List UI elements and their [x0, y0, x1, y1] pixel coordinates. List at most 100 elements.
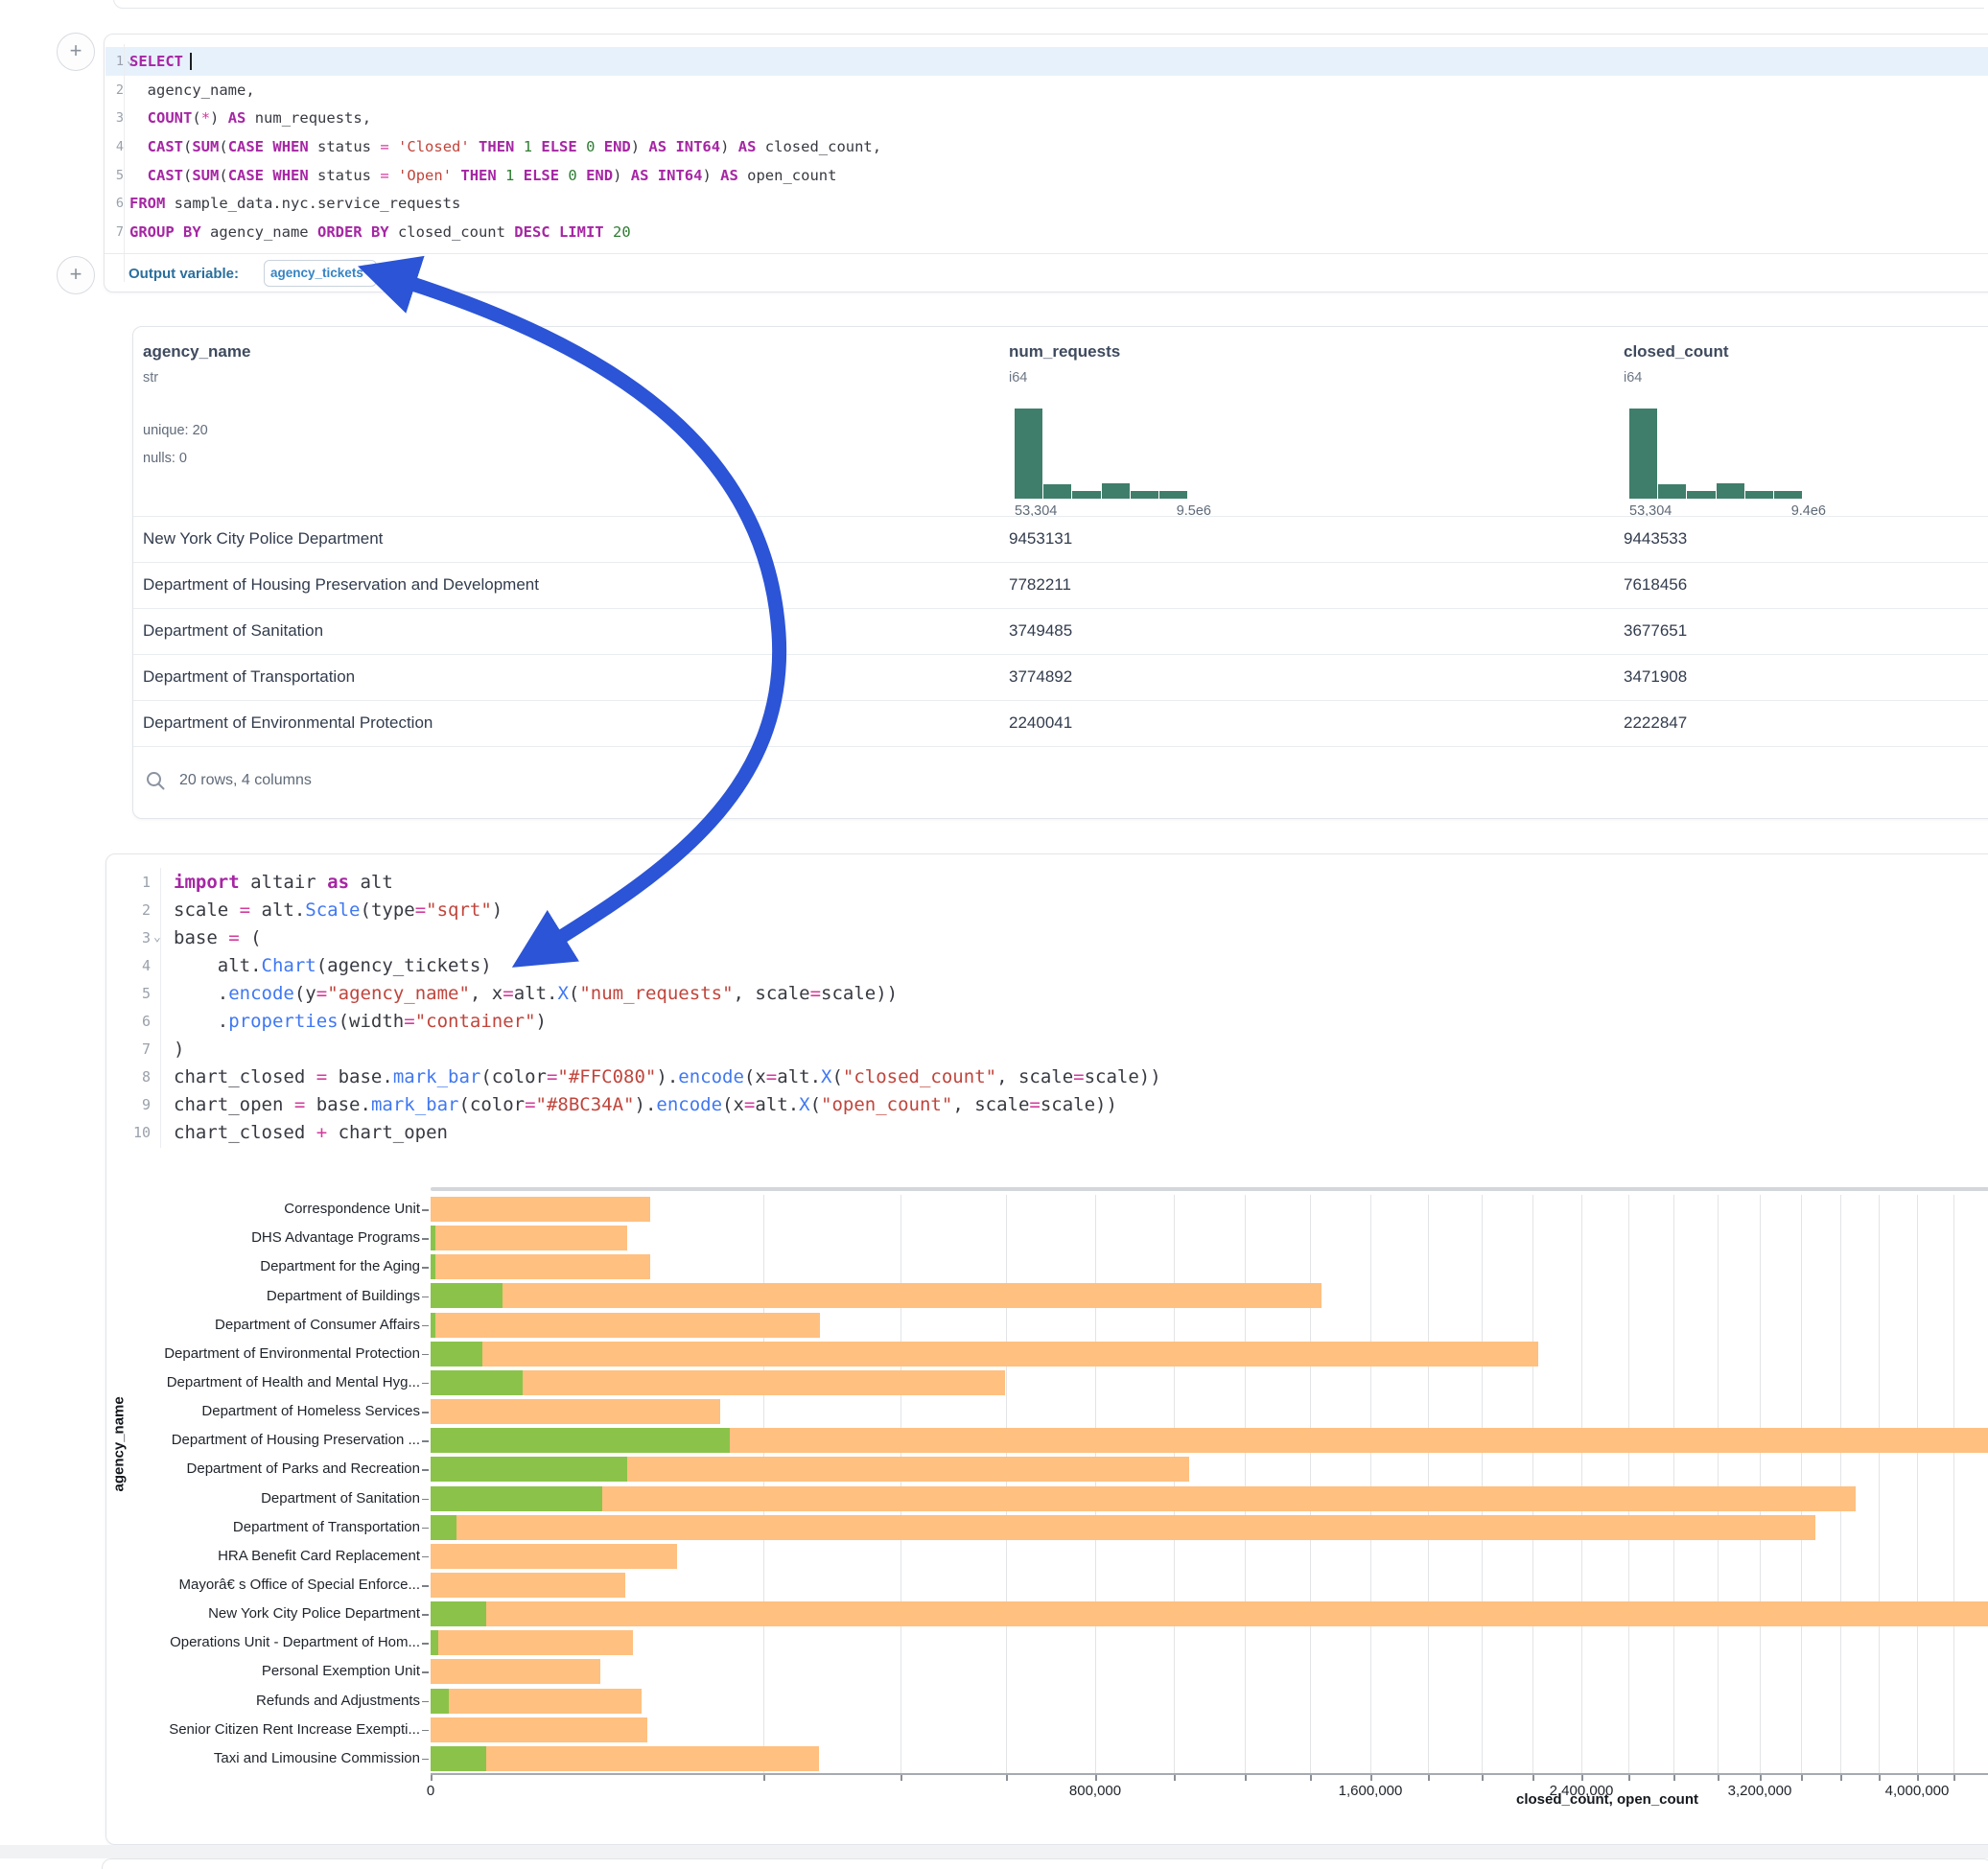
table-cell[interactable]: 3774892 [1009, 667, 1072, 687]
bar-closed-count [431, 1313, 820, 1338]
gridline [1628, 1195, 1629, 1773]
table-cell[interactable]: New York City Police Department [143, 529, 383, 549]
table-cell[interactable]: 3677651 [1624, 621, 1687, 641]
histogram-bin [1131, 491, 1158, 499]
chart-x-axis-line [431, 1773, 1988, 1775]
y-axis-tick [422, 1383, 429, 1385]
y-axis-label: Department of Environmental Protection [106, 1345, 420, 1362]
bar-closed-count [431, 1573, 625, 1598]
y-axis-label: HRA Benefit Card Replacement [106, 1548, 420, 1564]
table-cell[interactable]: 7782211 [1009, 575, 1071, 595]
table-cell[interactable]: Department of Transportation [143, 667, 355, 687]
bar-open-count [431, 1486, 602, 1511]
y-axis-tick [422, 1730, 429, 1732]
code-line[interactable]: 2 agency_name, [105, 76, 1988, 105]
table-cell[interactable]: 3749485 [1009, 621, 1072, 641]
histogram-bin [1629, 409, 1657, 499]
row-divider [133, 562, 1988, 563]
histogram-bin [1774, 491, 1802, 499]
gridline [1006, 1195, 1007, 1773]
bar-closed-count [431, 1515, 1815, 1540]
preview-footer: 20 rows, 4 columns [145, 769, 312, 792]
column-header[interactable]: closed_count [1624, 342, 1729, 362]
text-caret [190, 53, 192, 70]
code-line[interactable]: 5 CAST(SUM(CASE WHEN status = 'Open' THE… [105, 161, 1988, 190]
table-cell[interactable]: 9453131 [1009, 529, 1072, 549]
y-axis-tick [422, 1643, 429, 1645]
x-axis-tick [1917, 1775, 1919, 1781]
gridline [900, 1195, 901, 1773]
gridline [1310, 1195, 1311, 1773]
bar-open-count [431, 1515, 456, 1540]
y-axis-label: Department of Housing Preservation ... [106, 1432, 420, 1448]
code-line[interactable]: 4 CAST(SUM(CASE WHEN status = 'Closed' T… [105, 132, 1988, 161]
x-axis-tick [1428, 1775, 1430, 1781]
add-cell-button-output[interactable]: + [57, 256, 95, 294]
python-code-cell[interactable]: 1import altair as alt2scale = alt.Scale(… [105, 853, 1988, 1845]
bar-closed-count [431, 1486, 1856, 1511]
y-axis-tick [422, 1614, 429, 1616]
x-axis-tick [1581, 1775, 1583, 1781]
code-line[interactable]: 7GROUP BY agency_name ORDER BY closed_co… [105, 218, 1988, 246]
table-cell[interactable]: 7618456 [1624, 575, 1687, 595]
y-axis-label: Department of Parks and Recreation [106, 1460, 420, 1477]
x-axis-tick [1245, 1775, 1247, 1781]
bar-open-count [431, 1283, 503, 1308]
x-axis-tick [1628, 1775, 1630, 1781]
histogram-bin [1072, 491, 1100, 499]
search-icon[interactable] [145, 770, 166, 791]
chart-scrollbar[interactable] [431, 1187, 1988, 1191]
table-cell[interactable]: Department of Housing Preservation and D… [143, 575, 539, 595]
bar-closed-count [431, 1717, 647, 1742]
code-text: CAST(SUM(CASE WHEN status = 'Closed' THE… [124, 138, 881, 155]
y-axis-tick [422, 1701, 429, 1703]
code-line[interactable]: 1⌄SELECT [105, 47, 1988, 76]
table-cell[interactable]: 9443533 [1624, 529, 1687, 549]
bar-open-count [431, 1746, 486, 1771]
column-header[interactable]: num_requests [1009, 342, 1120, 362]
column-histogram [1015, 409, 1187, 499]
histogram-bin [1717, 483, 1744, 499]
table-cell[interactable]: 2222847 [1624, 713, 1687, 733]
code-line[interactable]: 3 COUNT(*) AS num_requests, [105, 104, 1988, 132]
table-cell[interactable]: 2240041 [1009, 713, 1072, 733]
y-axis-tick [422, 1354, 429, 1356]
bar-open-count [431, 1601, 486, 1626]
code-text: GROUP BY agency_name ORDER BY closed_cou… [124, 223, 631, 241]
column-type: i64 [1624, 370, 1642, 385]
sql-code-editor[interactable]: 1⌄SELECT2 agency_name,3 COUNT(*) AS num_… [105, 47, 1988, 246]
bar-closed-count [431, 1659, 600, 1684]
x-axis-tick-label: 800,000 [1069, 1783, 1121, 1799]
line-number: 4 [105, 139, 124, 154]
code-text: COUNT(*) AS num_requests, [124, 109, 371, 127]
row-divider [133, 746, 1988, 747]
x-axis-tick [1310, 1775, 1312, 1781]
bar-closed-count [431, 1601, 1988, 1626]
y-axis-label: Department of Consumer Affairs [106, 1317, 420, 1333]
histogram-bin [1015, 409, 1042, 499]
x-axis-tick [1718, 1775, 1719, 1781]
y-axis-tick [422, 1297, 429, 1298]
bar-closed-count [431, 1283, 1321, 1308]
line-number: 6 [105, 196, 124, 211]
sql-code-cell[interactable]: 1⌄SELECT2 agency_name,3 COUNT(*) AS num_… [104, 34, 1988, 292]
column-header[interactable]: agency_name [143, 342, 250, 362]
code-line[interactable]: 6FROM sample_data.nyc.service_requests [105, 189, 1988, 218]
output-variable-chip[interactable]: agency_tickets [264, 260, 377, 287]
y-axis-label: Department of Sanitation [106, 1490, 420, 1507]
x-axis-tick-label: 3,200,000 [1728, 1783, 1792, 1799]
x-axis-tick [431, 1775, 433, 1781]
y-axis-label: Department for the Aging [106, 1258, 420, 1274]
y-axis-tick [422, 1499, 429, 1501]
table-cell[interactable]: Department of Environmental Protection [143, 713, 433, 733]
x-axis-tick-label: 4,000,000 [1885, 1783, 1950, 1799]
code-text: agency_name, [124, 82, 255, 99]
add-cell-button-top[interactable]: + [57, 33, 95, 71]
table-cell[interactable]: Department of Sanitation [143, 621, 323, 641]
column-type: str [143, 370, 158, 385]
preview-row-count: 20 rows, 4 columns [179, 772, 312, 789]
line-number: 5 [105, 168, 124, 183]
row-divider [133, 608, 1988, 609]
column-histogram [1629, 409, 1802, 499]
table-cell[interactable]: 3471908 [1624, 667, 1687, 687]
